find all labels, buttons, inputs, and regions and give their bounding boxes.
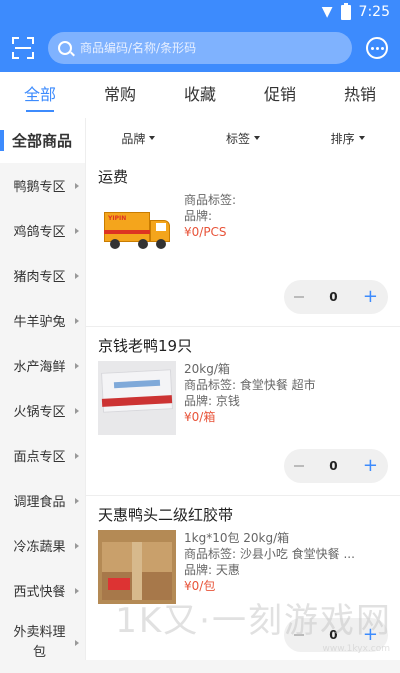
- chevron-right-icon: [75, 362, 79, 369]
- product-price: ¥0/PCS: [184, 225, 227, 239]
- search-icon: [58, 41, 72, 55]
- quantity-stepper: 0 +: [284, 280, 388, 314]
- chevron-right-icon: [75, 407, 79, 414]
- product-spec: 1kg*10包 20kg/箱: [184, 531, 290, 545]
- product-card[interactable]: 运费 YIPIN 商品标签: 品牌: ¥0/PCS 0 +: [86, 158, 400, 327]
- chevron-right-icon: [75, 587, 79, 594]
- product-brand: 品牌: 京钱: [184, 394, 240, 408]
- sidebar-item-duck-goose[interactable]: 鸭鹅专区: [0, 163, 85, 208]
- product-image[interactable]: [98, 361, 176, 435]
- product-brand: 品牌:: [184, 209, 213, 223]
- chevron-right-icon: [75, 317, 79, 324]
- status-time: 7:25: [358, 4, 390, 20]
- quantity-stepper: 0 +: [284, 449, 388, 483]
- sidebar-item-prepared[interactable]: 调理食品: [0, 478, 85, 523]
- product-tags: 商品标签:: [184, 193, 237, 207]
- watermark: 1K又·一刻游戏网 www.1kyx.com: [115, 601, 392, 654]
- caret-down-icon: [358, 136, 365, 140]
- search-input[interactable]: [80, 41, 342, 55]
- sidebar-item-all[interactable]: 全部商品: [0, 118, 85, 163]
- minus-button[interactable]: [294, 465, 304, 467]
- quantity-value[interactable]: 0: [329, 290, 337, 304]
- sidebar-item-western[interactable]: 西式快餐: [0, 568, 85, 613]
- chevron-right-icon: [75, 227, 79, 234]
- chevron-right-icon: [75, 272, 79, 279]
- product-card[interactable]: 京钱老鸭19只 20kg/箱 商品标签: 食堂快餐 超市 品牌: 京钱 ¥0/箱…: [86, 327, 400, 496]
- sidebar-item-chicken-pigeon[interactable]: 鸡鸽专区: [0, 208, 85, 253]
- scan-icon[interactable]: [12, 37, 34, 59]
- product-name: 京钱老鸭19只: [98, 337, 193, 355]
- sidebar-item-pork[interactable]: 猪肉专区: [0, 253, 85, 298]
- tab-all[interactable]: 全部: [18, 72, 62, 118]
- quantity-value[interactable]: 0: [329, 459, 337, 473]
- tab-promotions[interactable]: 促销: [258, 72, 302, 118]
- status-bar: ▼ 7:25: [0, 0, 400, 24]
- product-spec: 20kg/箱: [184, 362, 230, 376]
- caret-down-icon: [149, 136, 156, 140]
- plus-button[interactable]: +: [363, 457, 378, 475]
- tab-favorites[interactable]: 收藏: [178, 72, 222, 118]
- minus-button[interactable]: [294, 296, 304, 298]
- chevron-right-icon: [75, 182, 79, 189]
- product-price: ¥0/箱: [184, 410, 216, 424]
- search-box[interactable]: [48, 32, 352, 64]
- product-brand: 品牌: 天惠: [184, 563, 240, 577]
- message-icon[interactable]: [366, 37, 388, 59]
- caret-down-icon: [253, 136, 260, 140]
- category-sidebar: 全部商品 鸭鹅专区 鸡鸽专区 猪肉专区 牛羊驴兔 水产海鲜 火锅专区 面点专区 …: [0, 118, 86, 660]
- chevron-right-icon: [75, 640, 79, 646]
- sidebar-item-frozen-veg[interactable]: 冷冻蔬果: [0, 523, 85, 568]
- wifi-icon: ▼: [321, 4, 333, 20]
- chevron-right-icon: [75, 497, 79, 504]
- sidebar-item-seafood[interactable]: 水产海鲜: [0, 343, 85, 388]
- sidebar-item-beef-lamb[interactable]: 牛羊驴兔: [0, 298, 85, 343]
- chevron-right-icon: [75, 452, 79, 459]
- product-price: ¥0/包: [184, 579, 216, 593]
- sidebar-item-hotpot[interactable]: 火锅专区: [0, 388, 85, 433]
- product-tags: 商品标签: 沙县小吃 食堂快餐 ...: [184, 547, 355, 561]
- chevron-right-icon: [75, 542, 79, 549]
- product-tags: 商品标签: 食堂快餐 超市: [184, 378, 316, 392]
- product-name: 运费: [98, 168, 129, 186]
- battery-icon: [340, 2, 351, 20]
- app-bar: [0, 24, 400, 72]
- filter-tag[interactable]: 标签: [226, 130, 260, 147]
- sidebar-item-takeout[interactable]: 外卖料理包: [0, 613, 85, 673]
- product-name: 天惠鸭头二级红胶带: [98, 506, 234, 524]
- plus-button[interactable]: +: [363, 288, 378, 306]
- tab-frequent[interactable]: 常购: [98, 72, 142, 118]
- product-list: 运费 YIPIN 商品标签: 品牌: ¥0/PCS 0 + 京钱老鸭19只 20…: [86, 158, 400, 660]
- filter-bar: 品牌 标签 排序: [86, 118, 400, 158]
- filter-brand[interactable]: 品牌: [121, 130, 156, 147]
- filter-sort[interactable]: 排序: [331, 130, 365, 147]
- category-tabs: 全部 常购 收藏 促销 热销: [0, 72, 400, 118]
- product-image[interactable]: YIPIN: [98, 192, 176, 266]
- sidebar-item-pastry[interactable]: 面点专区: [0, 433, 85, 478]
- tab-hot[interactable]: 热销: [338, 72, 382, 118]
